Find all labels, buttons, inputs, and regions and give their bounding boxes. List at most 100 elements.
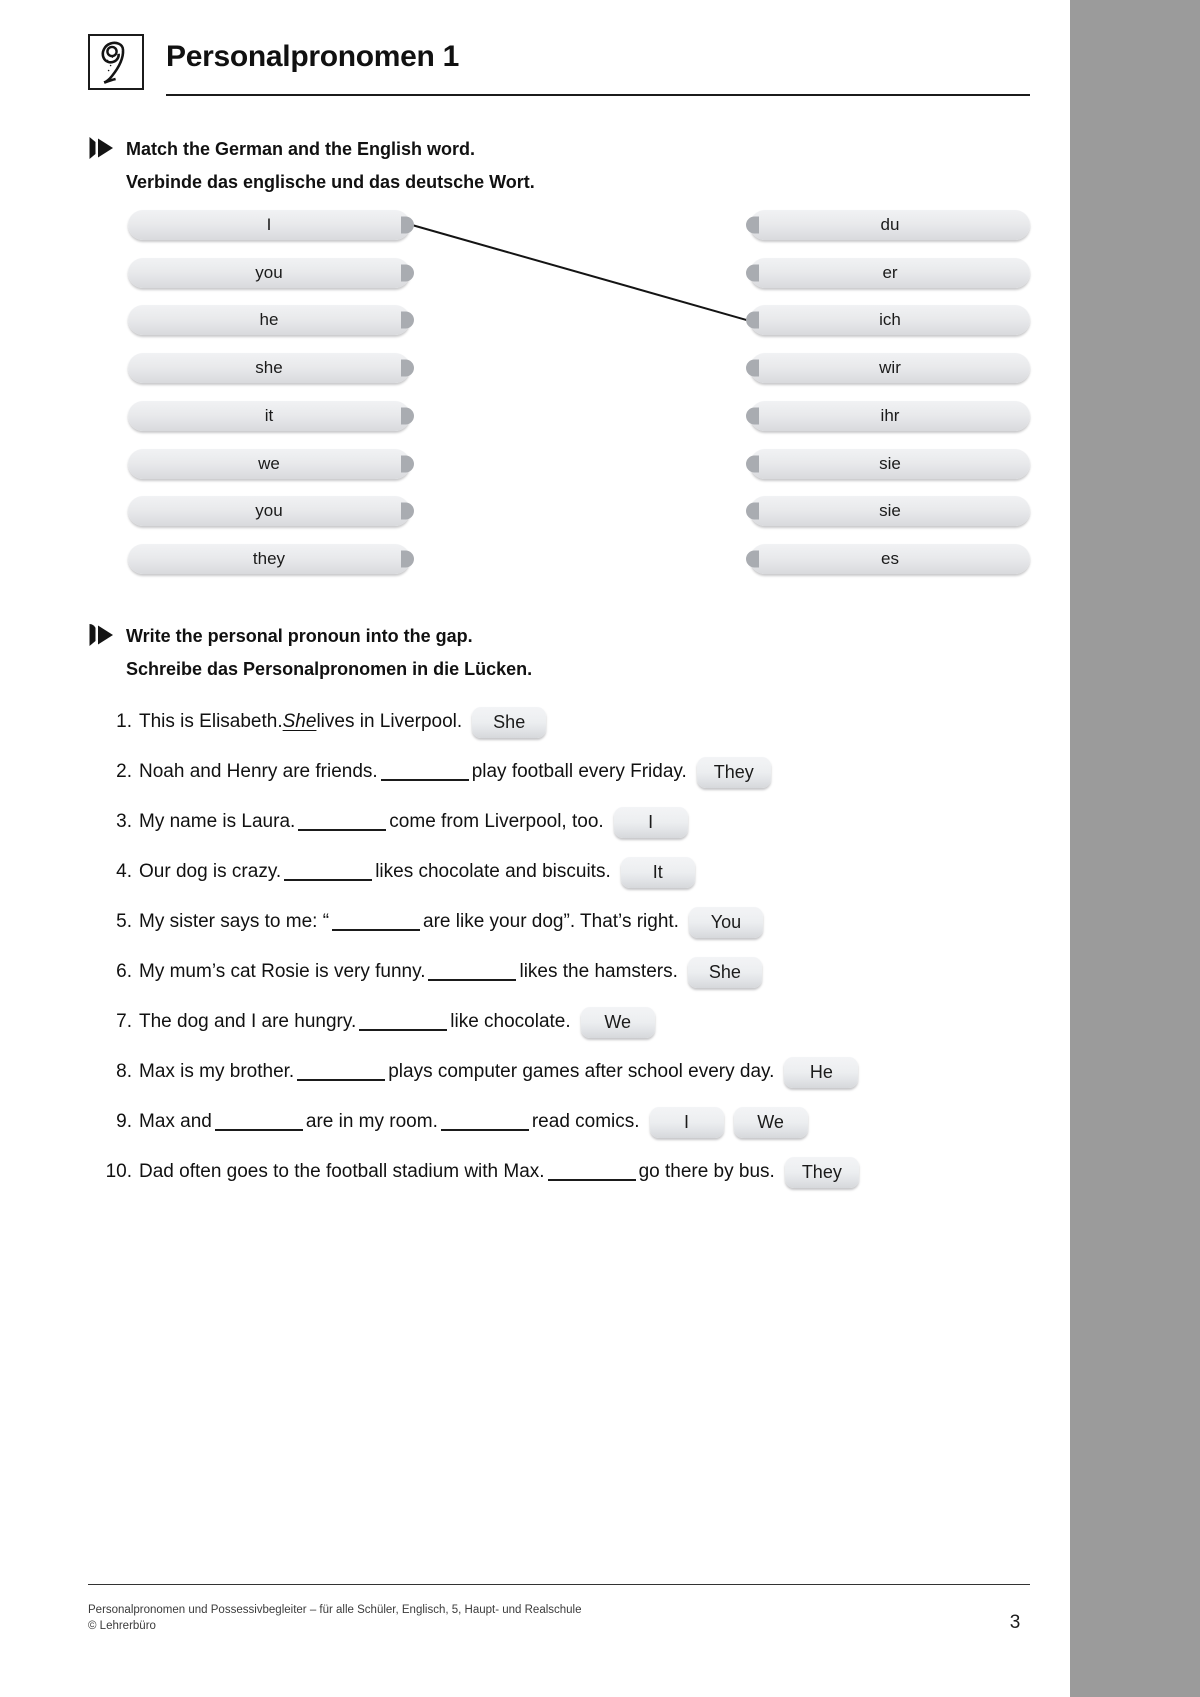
gap-fill-text-before: My name is Laura. (139, 811, 296, 832)
gap-fill-number: 1. (116, 711, 132, 732)
gap-fill-text-before: Our dog is crazy. (139, 861, 282, 882)
answer-tag-2[interactable]: We (733, 1106, 808, 1138)
gap-fill-text-before: This is Elisabeth. (139, 711, 283, 732)
match-connector-nub-icon[interactable] (401, 502, 414, 520)
answer-tag-1[interactable]: I (613, 806, 688, 838)
match-pill-right-0[interactable]: du (746, 210, 1030, 240)
gap-fill-row-1: 1. This is Elisabeth. She lives in Liverp… (88, 697, 1088, 747)
gap-fill-blank-1[interactable] (359, 1014, 448, 1031)
match-pill-right-4[interactable]: ihr (746, 400, 1030, 431)
gap-fill-blank-1[interactable] (284, 864, 373, 881)
gap-fill-text-after: go there by bus. (638, 1161, 775, 1182)
match-connector-nub-icon[interactable] (746, 407, 759, 425)
answer-tag-1[interactable]: You (688, 906, 763, 938)
match-pill-right-3[interactable]: wir (746, 353, 1030, 384)
gap-fill-blank-1[interactable] (428, 964, 517, 981)
answer-tag-label: I (684, 1111, 690, 1132)
match-connector-nub-icon[interactable] (401, 311, 414, 329)
match-connector-nub-icon[interactable] (401, 550, 414, 568)
match-pill-label: wir (879, 358, 901, 378)
match-pill-left-5[interactable]: we (128, 448, 414, 479)
match-connector-nub-icon[interactable] (746, 502, 759, 520)
match-pill-label: it (264, 405, 274, 425)
page-number: 3 (1009, 1612, 1021, 1633)
match-connector-nub-icon[interactable] (746, 216, 759, 234)
match-connector-nub-icon[interactable] (746, 359, 759, 377)
answer-tag-1[interactable]: They (784, 1156, 859, 1188)
exercise-1-instruction-en: Match the German and the English word. (126, 139, 476, 159)
match-pill-right-2[interactable]: ich (746, 305, 1030, 336)
gap-fill-row-3: 3. My name is Laura. come from Liverpool,… (88, 797, 1088, 847)
match-connector-nub-icon[interactable] (746, 455, 759, 472)
gap-fill-row-10: 10. Dad often goes to the football stadiu… (88, 1147, 1088, 1197)
gap-fill-blank-1[interactable] (332, 914, 421, 931)
gap-fill-row-2: 2. Noah and Henry are friends. play footb… (88, 747, 1088, 797)
match-connector-nub-icon[interactable] (401, 359, 414, 377)
answer-tag-label: She (493, 711, 526, 732)
answer-tag-1[interactable]: We (580, 1006, 655, 1038)
gap-fill-text-before: Max and (139, 1111, 212, 1132)
gap-fill-row-8: 8. Max is my brother. plays computer game… (88, 1047, 1088, 1097)
match-connector-nub-icon[interactable] (401, 264, 414, 282)
match-connection-line-0 (411, 224, 749, 322)
match-pill-label: ihr (880, 405, 900, 425)
footer-source-line-1: Personalpronomen und Possessivbegleiter … (88, 1604, 582, 1616)
exercise-2-instruction-en: Write the personal pronoun into the gap. (126, 626, 473, 646)
match-pill-left-0[interactable]: I (128, 210, 414, 240)
exercise-1-instructions: Match the German and the English word. V… (126, 133, 535, 199)
match-pill-label: sie (879, 501, 901, 521)
answer-tag-label: We (757, 1111, 784, 1132)
match-connector-nub-icon[interactable] (746, 311, 759, 329)
match-connector-nub-icon[interactable] (401, 407, 414, 425)
match-pill-left-7[interactable]: they (128, 543, 414, 574)
exercise-2-instruction-de: Schreibe das Personalpronomen in die Lüc… (126, 659, 533, 679)
match-connector-nub-icon[interactable] (746, 264, 759, 282)
match-pill-left-3[interactable]: she (128, 353, 414, 384)
answer-tag-1[interactable]: They (696, 756, 771, 788)
gap-fill-blank-1[interactable] (547, 1164, 636, 1181)
gap-fill-blank-1[interactable] (298, 814, 387, 831)
answer-tag-1[interactable]: She (472, 706, 547, 738)
page-header: Personalpronomen 1 (88, 34, 1030, 104)
page-content: Personalpronomen 1 Match the German and … (0, 0, 1070, 1697)
answer-tag-1[interactable]: He (784, 1056, 859, 1088)
gap-fill-blank-1[interactable] (380, 764, 469, 781)
match-pill-left-1[interactable]: you (128, 257, 414, 288)
match-pill-right-6[interactable]: sie (746, 496, 1030, 527)
gap-fill-blank-1[interactable] (297, 1064, 386, 1081)
gap-fill-text-before: Max is my brother. (139, 1061, 295, 1082)
gap-fill-row-6: 6. My mum’s cat Rosie is very funny. like… (88, 947, 1088, 997)
gap-fill-text-after: plays computer games after school every … (388, 1061, 775, 1082)
answer-tag-1[interactable]: I (649, 1106, 724, 1138)
gap-fill-number: 4. (116, 861, 132, 882)
gap-fill-row-5: 5. My sister says to me: “ are like your … (88, 897, 1088, 947)
match-pill-label: er (882, 262, 898, 282)
match-connector-nub-icon[interactable] (401, 455, 414, 472)
gap-fill-row-9: 9. Max and are in my room. read comics. I W… (88, 1097, 1088, 1147)
match-pill-right-5[interactable]: sie (746, 448, 1030, 479)
match-pill-left-6[interactable]: you (128, 496, 414, 527)
gap-fill-text-before: My sister says to me: “ (139, 911, 330, 932)
exercise-2-instructions: Write the personal pronoun into the gap.… (126, 620, 532, 686)
answer-tag-1[interactable]: It (620, 856, 695, 888)
gap-fill-blank-1[interactable] (214, 1114, 303, 1131)
match-pill-left-4[interactable]: it (128, 400, 414, 431)
gap-fill-number: 2. (116, 761, 132, 782)
gap-fill-number: 3. (116, 811, 132, 832)
gap-fill-number: 5. (116, 911, 132, 932)
match-pill-right-7[interactable]: es (746, 543, 1030, 574)
matching-exercise-area[interactable]: Iyou he she it we you they du er ich wir ihr sie sie e… (0, 205, 1070, 580)
match-pill-label: you (255, 262, 283, 282)
match-pill-right-1[interactable]: er (746, 257, 1030, 288)
footer-copyright: © Lehrerbüro (88, 1620, 156, 1632)
gap-fill-text-after: play football every Friday. (471, 761, 687, 782)
gap-fill-text-middle: are in my room. (305, 1111, 438, 1132)
match-connector-nub-icon[interactable] (746, 550, 759, 568)
answer-tag-1[interactable]: She (687, 956, 762, 988)
match-pill-left-2[interactable]: he (128, 305, 414, 336)
gap-fill-blank-2[interactable] (440, 1114, 529, 1131)
match-connector-nub-icon[interactable] (401, 216, 414, 234)
gap-fill-number: 7. (116, 1011, 132, 1032)
answer-tag-label: We (604, 1011, 631, 1032)
gap-fill-number: 9. (116, 1111, 132, 1132)
